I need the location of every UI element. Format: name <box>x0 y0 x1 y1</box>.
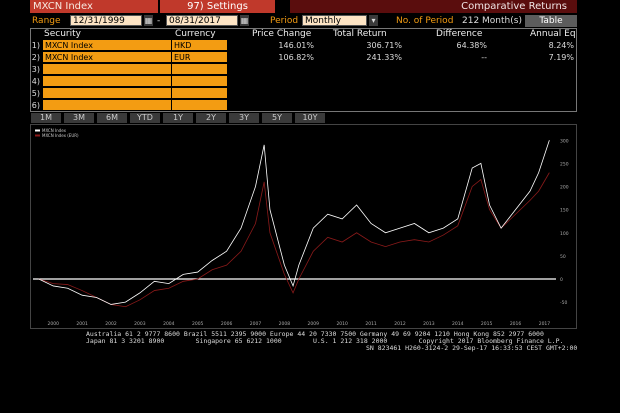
start-date-field[interactable]: 12/31/1999 <box>70 15 142 26</box>
legend-swatch <box>35 129 40 132</box>
num-period-value: 212 Month(s) <box>462 16 522 26</box>
row-number: 4) <box>31 77 40 86</box>
currency-field[interactable]: HKD <box>172 40 227 51</box>
x-tick-label: 2017 <box>539 321 551 327</box>
x-tick-label: 2009 <box>308 321 320 327</box>
settings-button[interactable]: 97) Settings <box>160 0 275 13</box>
security-field[interactable] <box>43 100 171 111</box>
y-tick-label: 150 <box>560 208 569 214</box>
ticker-field[interactable]: MXCN Index <box>30 0 158 13</box>
total-return-value: 306.71% <box>366 41 402 50</box>
annual-eq-value: 8.24% <box>548 41 574 50</box>
series-line-1 <box>38 140 550 305</box>
x-tick-label: 2008 <box>279 321 291 327</box>
page-title: Comparative Returns <box>290 0 577 13</box>
y-tick-label: 0 <box>560 277 563 283</box>
x-tick-label: 2007 <box>250 321 262 327</box>
x-tick-label: 2011 <box>365 321 377 327</box>
row-number: 2) <box>31 53 40 62</box>
row-number: 1) <box>31 41 40 50</box>
x-tick-label: 2015 <box>481 321 493 327</box>
tab-3y[interactable]: 3Y <box>229 113 259 123</box>
period-label: Period <box>270 16 299 26</box>
row-number: 6) <box>31 101 40 110</box>
security-field[interactable]: MXCN Index <box>43 40 171 51</box>
comparative-returns-chart: 300 250 200 150 100 50 0 -50 2000 2001 2002 2003 200… <box>33 128 569 327</box>
tab-5y[interactable]: 5Y <box>262 113 292 123</box>
x-tick-label: 2005 <box>192 321 204 327</box>
end-date-field[interactable]: 08/31/2017 <box>166 15 238 26</box>
tab-1y[interactable]: 1Y <box>163 113 193 123</box>
tab-2y[interactable]: 2Y <box>196 113 226 123</box>
currency-field[interactable] <box>172 88 227 99</box>
y-tick-label: 250 <box>560 161 569 167</box>
table-button[interactable]: Table <box>525 15 577 27</box>
x-tick-label: 2013 <box>423 321 435 327</box>
legend-label: MXCN Index (EUR) <box>42 133 79 138</box>
footer-line-3: SN 823461 H260-3124-2 29-Sep-17 16:33:53… <box>366 344 578 352</box>
difference-value: -- <box>481 53 487 62</box>
x-tick-label: 2012 <box>394 321 406 327</box>
currency-field[interactable] <box>172 100 227 111</box>
x-tick-label: 2014 <box>452 321 464 327</box>
annual-eq-value: 7.19% <box>548 53 574 62</box>
calendar-icon[interactable]: ▦ <box>144 15 153 26</box>
tab-10y[interactable]: 10Y <box>295 113 325 123</box>
security-field[interactable]: MXCN Index <box>43 52 171 63</box>
tab-6m[interactable]: 6M <box>97 113 127 123</box>
col-header-total-return: Total Return <box>333 29 387 39</box>
tab-ytd[interactable]: YTD <box>130 113 160 123</box>
price-change-value: 146.01% <box>278 41 314 50</box>
period-select[interactable]: Monthly <box>302 15 367 26</box>
security-field[interactable] <box>43 88 171 99</box>
y-tick-label: 50 <box>560 254 566 260</box>
x-tick-label: 2004 <box>163 321 175 327</box>
num-period-label: No. of Period <box>396 16 454 26</box>
col-header-price-change: Price Change <box>252 29 312 39</box>
x-tick-label: 2006 <box>221 321 233 327</box>
chevron-down-icon[interactable]: ▾ <box>369 15 378 26</box>
y-tick-label: 300 <box>560 138 569 144</box>
calendar-icon[interactable]: ▦ <box>240 15 249 26</box>
col-header-currency: Currency <box>175 29 216 39</box>
difference-value: 64.38% <box>456 41 487 50</box>
chart-area: 300 250 200 150 100 50 0 -50 2000 2001 2002 2003 200… <box>30 124 577 329</box>
x-tick-label: 2010 <box>336 321 348 327</box>
col-header-difference: Difference <box>436 29 483 39</box>
legend-swatch <box>35 134 40 137</box>
currency-field[interactable]: EUR <box>172 52 227 63</box>
x-tick-label: 2000 <box>47 321 59 327</box>
x-tick-label: 2016 <box>510 321 522 327</box>
row-number: 5) <box>31 89 40 98</box>
col-header-annual-eq: Annual Eq <box>530 29 576 39</box>
series-line-2 <box>38 172 550 308</box>
x-tick-label: 2003 <box>134 321 146 327</box>
x-tick-label: 2002 <box>105 321 117 327</box>
y-tick-label: 200 <box>560 185 569 191</box>
y-tick-label: 100 <box>560 231 569 237</box>
col-header-security: Security <box>44 29 81 39</box>
x-tick-label: 2001 <box>76 321 88 327</box>
total-return-value: 241.33% <box>366 53 402 62</box>
tab-1m[interactable]: 1M <box>31 113 61 123</box>
range-dash: - <box>157 16 161 26</box>
y-tick-label: -50 <box>560 300 567 306</box>
currency-field[interactable] <box>172 76 227 87</box>
range-label: Range <box>32 16 61 26</box>
row-number: 3) <box>31 65 40 74</box>
security-field[interactable] <box>43 76 171 87</box>
currency-field[interactable] <box>172 64 227 75</box>
price-change-value: 106.82% <box>278 53 314 62</box>
security-field[interactable] <box>43 64 171 75</box>
tab-3m[interactable]: 3M <box>64 113 94 123</box>
